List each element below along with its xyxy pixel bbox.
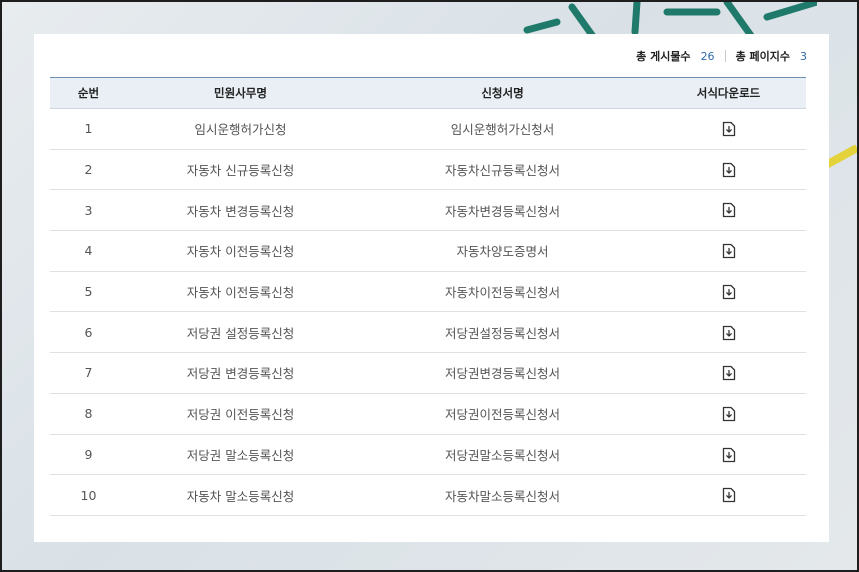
total-pages-label: 총 페이지수: [735, 50, 790, 63]
download-cell: [651, 434, 806, 476]
service-name: 자동차 이전등록신청: [127, 230, 354, 272]
form-name: 임시운행허가신청서: [354, 108, 651, 150]
total-posts-value: 26: [700, 49, 715, 63]
table-row: 5 자동차 이전등록신청 자동차이전등록신청서: [50, 271, 806, 313]
forms-table: 순번 민원사무명 신청서명 서식다운로드 1 임시운행허가신청 임시운행허가신청서 2…: [50, 77, 806, 516]
column-header-download: 서식다운로드: [651, 77, 806, 109]
file-download-icon[interactable]: [722, 487, 736, 503]
board-summary: 총 게시물수 26 총 페이지수 3: [636, 46, 807, 66]
row-number: 1: [50, 108, 127, 150]
table-row: 10 자동차 말소등록신청 자동차말소등록신청서: [50, 474, 806, 516]
row-number: 3: [50, 189, 127, 232]
service-name: 자동차 말소등록신청: [127, 474, 354, 516]
service-name: 자동차 이전등록신청: [127, 271, 354, 313]
table-header-row: 순번 민원사무명 신청서명 서식다운로드: [50, 77, 806, 109]
form-name: 자동차변경등록신청서: [354, 189, 651, 232]
row-number: 7: [50, 352, 127, 394]
table-row: 7 저당권 변경등록신청 저당권변경등록신청서: [50, 352, 806, 394]
table-row: 3 자동차 변경등록신청 자동차변경등록신청서: [50, 189, 806, 232]
total-pages-value: 3: [800, 49, 807, 63]
service-name: 임시운행허가신청: [127, 108, 354, 150]
row-number: 10: [50, 474, 127, 516]
file-download-icon[interactable]: [722, 447, 736, 463]
row-number: 5: [50, 271, 127, 313]
service-name: 저당권 이전등록신청: [127, 393, 354, 435]
service-name: 자동차 변경등록신청: [127, 189, 354, 232]
service-name: 저당권 말소등록신청: [127, 434, 354, 476]
service-name: 자동차 신규등록신청: [127, 149, 354, 191]
row-number: 4: [50, 230, 127, 272]
form-name: 저당권이전등록신청서: [354, 393, 651, 435]
row-number: 8: [50, 393, 127, 435]
download-cell: [651, 230, 806, 272]
row-number: 2: [50, 149, 127, 191]
summary-divider: [724, 50, 726, 62]
form-name: 자동차양도증명서: [354, 230, 651, 272]
form-name: 자동차말소등록신청서: [354, 474, 651, 516]
file-download-icon[interactable]: [722, 121, 736, 137]
forms-card: 총 게시물수 26 총 페이지수 3 순번 민원사무명 신청서명 서식다운로드: [34, 34, 829, 542]
service-name: 저당권 설정등록신청: [127, 311, 354, 354]
form-name: 자동차신규등록신청서: [354, 149, 651, 191]
table-row: 2 자동차 신규등록신청 자동차신규등록신청서: [50, 149, 806, 191]
form-name: 자동차이전등록신청서: [354, 271, 651, 313]
table-row: 4 자동차 이전등록신청 자동차양도증명서: [50, 230, 806, 272]
column-header-service: 민원사무명: [127, 77, 354, 109]
download-cell: [651, 311, 806, 354]
file-download-icon[interactable]: [722, 162, 736, 178]
file-download-icon[interactable]: [722, 284, 736, 300]
download-cell: [651, 189, 806, 232]
download-cell: [651, 352, 806, 394]
row-number: 6: [50, 311, 127, 354]
table-row: 8 저당권 이전등록신청 저당권이전등록신청서: [50, 393, 806, 435]
file-download-icon[interactable]: [722, 365, 736, 381]
table-row: 9 저당권 말소등록신청 저당권말소등록신청서: [50, 434, 806, 476]
download-cell: [651, 108, 806, 150]
background-frame: 총 게시물수 26 총 페이지수 3 순번 민원사무명 신청서명 서식다운로드: [0, 0, 859, 572]
column-header-form: 신청서명: [354, 77, 651, 109]
row-number: 9: [50, 434, 127, 476]
file-download-icon[interactable]: [722, 202, 736, 218]
download-cell: [651, 474, 806, 516]
total-posts-label: 총 게시물수: [636, 50, 691, 63]
download-cell: [651, 393, 806, 435]
file-download-icon[interactable]: [722, 243, 736, 259]
table-row: 6 저당권 설정등록신청 저당권설정등록신청서: [50, 311, 806, 354]
form-name: 저당권설정등록신청서: [354, 311, 651, 354]
table-row: 1 임시운행허가신청 임시운행허가신청서: [50, 108, 806, 150]
column-header-no: 순번: [50, 77, 127, 109]
form-name: 저당권변경등록신청서: [354, 352, 651, 394]
form-name: 저당권말소등록신청서: [354, 434, 651, 476]
download-cell: [651, 271, 806, 313]
file-download-icon[interactable]: [722, 406, 736, 422]
service-name: 저당권 변경등록신청: [127, 352, 354, 394]
download-cell: [651, 149, 806, 191]
file-download-icon[interactable]: [722, 325, 736, 341]
